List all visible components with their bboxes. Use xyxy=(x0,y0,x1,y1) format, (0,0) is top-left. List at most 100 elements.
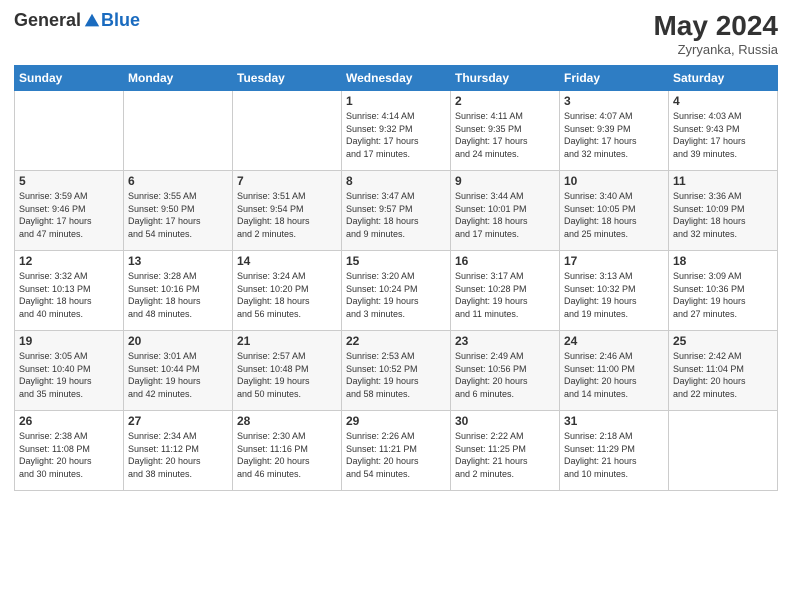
cell-3-3: 22Sunrise: 2:53 AM Sunset: 10:52 PM Dayl… xyxy=(342,331,451,411)
cell-1-3: 8 Sunrise: 3:47 AM Sunset: 9:57 PM Daylig… xyxy=(342,171,451,251)
cell-3-6: 25 Sunrise: 2:42 AM Sunset: 11:04 PM Dayl… xyxy=(669,331,778,411)
cell-4-0: 26 Sunrise: 2:38 AM Sunset: 11:08 PM Dayl… xyxy=(15,411,124,491)
day-number: 19 xyxy=(19,334,119,348)
cell-3-2: 21 Sunrise: 2:57 AM Sunset: 10:48 PM Dayl… xyxy=(233,331,342,411)
cell-info: Sunrise: 3:24 AM Sunset: 10:20 PM Daylig… xyxy=(237,270,337,320)
cell-info: Sunrise: 2:30 AM Sunset: 11:16 PM Daylig… xyxy=(237,430,337,480)
cell-2-6: 18 Sunrise: 3:09 AM Sunset: 10:36 PM Dayl… xyxy=(669,251,778,331)
day-number: 14 xyxy=(237,254,337,268)
cell-info: Sunrise: 4:03 AM Sunset: 9:43 PM Dayligh… xyxy=(673,110,773,160)
cell-1-1: 6 Sunrise: 3:55 AM Sunset: 9:50 PM Daylig… xyxy=(124,171,233,251)
cell-3-1: 20Sunrise: 3:01 AM Sunset: 10:44 PM Dayl… xyxy=(124,331,233,411)
cell-4-6 xyxy=(669,411,778,491)
day-number: 31 xyxy=(564,414,664,428)
cell-0-0 xyxy=(15,91,124,171)
cell-2-4: 16 Sunrise: 3:17 AM Sunset: 10:28 PM Dayl… xyxy=(451,251,560,331)
cell-info: Sunrise: 3:36 AM Sunset: 10:09 PM Daylig… xyxy=(673,190,773,240)
cell-info: Sunrise: 3:47 AM Sunset: 9:57 PM Dayligh… xyxy=(346,190,446,240)
location: Zyryanka, Russia xyxy=(653,42,778,57)
day-number: 30 xyxy=(455,414,555,428)
day-number: 15 xyxy=(346,254,446,268)
cell-2-0: 12 Sunrise: 3:32 AM Sunset: 10:13 PM Dayl… xyxy=(15,251,124,331)
week-row-0: 1 Sunrise: 4:14 AM Sunset: 9:32 PM Daylig… xyxy=(15,91,778,171)
cell-info: Sunrise: 3:17 AM Sunset: 10:28 PM Daylig… xyxy=(455,270,555,320)
cell-info: Sunrise: 2:34 AM Sunset: 11:12 PM Daylig… xyxy=(128,430,228,480)
day-number: 12 xyxy=(19,254,119,268)
cell-2-5: 17Sunrise: 3:13 AM Sunset: 10:32 PM Dayl… xyxy=(560,251,669,331)
calendar-page: General Blue May 2024 Zyryanka, Russia S… xyxy=(0,0,792,612)
day-number: 18 xyxy=(673,254,773,268)
cell-info: Sunrise: 2:49 AM Sunset: 10:56 PM Daylig… xyxy=(455,350,555,400)
cell-4-3: 29Sunrise: 2:26 AM Sunset: 11:21 PM Dayl… xyxy=(342,411,451,491)
cell-0-2 xyxy=(233,91,342,171)
col-header-thursday: Thursday xyxy=(451,66,560,91)
cell-0-1 xyxy=(124,91,233,171)
cell-info: Sunrise: 3:13 AM Sunset: 10:32 PM Daylig… xyxy=(564,270,664,320)
cell-info: Sunrise: 2:57 AM Sunset: 10:48 PM Daylig… xyxy=(237,350,337,400)
header: General Blue May 2024 Zyryanka, Russia xyxy=(14,10,778,57)
day-number: 25 xyxy=(673,334,773,348)
cell-4-2: 28 Sunrise: 2:30 AM Sunset: 11:16 PM Dayl… xyxy=(233,411,342,491)
cell-info: Sunrise: 2:22 AM Sunset: 11:25 PM Daylig… xyxy=(455,430,555,480)
col-header-friday: Friday xyxy=(560,66,669,91)
cell-info: Sunrise: 3:55 AM Sunset: 9:50 PM Dayligh… xyxy=(128,190,228,240)
day-number: 23 xyxy=(455,334,555,348)
cell-info: Sunrise: 3:28 AM Sunset: 10:16 PM Daylig… xyxy=(128,270,228,320)
day-number: 13 xyxy=(128,254,228,268)
cell-3-5: 24Sunrise: 2:46 AM Sunset: 11:00 PM Dayl… xyxy=(560,331,669,411)
day-number: 3 xyxy=(564,94,664,108)
day-number: 24 xyxy=(564,334,664,348)
cell-info: Sunrise: 3:44 AM Sunset: 10:01 PM Daylig… xyxy=(455,190,555,240)
day-number: 26 xyxy=(19,414,119,428)
cell-info: Sunrise: 3:51 AM Sunset: 9:54 PM Dayligh… xyxy=(237,190,337,240)
day-number: 6 xyxy=(128,174,228,188)
day-number: 16 xyxy=(455,254,555,268)
col-header-saturday: Saturday xyxy=(669,66,778,91)
cell-0-6: 4 Sunrise: 4:03 AM Sunset: 9:43 PM Daylig… xyxy=(669,91,778,171)
day-number: 27 xyxy=(128,414,228,428)
cell-info: Sunrise: 3:09 AM Sunset: 10:36 PM Daylig… xyxy=(673,270,773,320)
month-year: May 2024 xyxy=(653,10,778,42)
logo: General Blue xyxy=(14,10,140,31)
col-header-monday: Monday xyxy=(124,66,233,91)
cell-info: Sunrise: 4:11 AM Sunset: 9:35 PM Dayligh… xyxy=(455,110,555,160)
day-number: 1 xyxy=(346,94,446,108)
cell-info: Sunrise: 3:20 AM Sunset: 10:24 PM Daylig… xyxy=(346,270,446,320)
week-row-4: 26 Sunrise: 2:38 AM Sunset: 11:08 PM Dayl… xyxy=(15,411,778,491)
day-number: 2 xyxy=(455,94,555,108)
col-header-tuesday: Tuesday xyxy=(233,66,342,91)
cell-1-4: 9 Sunrise: 3:44 AM Sunset: 10:01 PM Dayli… xyxy=(451,171,560,251)
day-number: 7 xyxy=(237,174,337,188)
day-number: 8 xyxy=(346,174,446,188)
cell-2-1: 13 Sunrise: 3:28 AM Sunset: 10:16 PM Dayl… xyxy=(124,251,233,331)
cell-1-6: 11Sunrise: 3:36 AM Sunset: 10:09 PM Dayl… xyxy=(669,171,778,251)
week-row-3: 19Sunrise: 3:05 AM Sunset: 10:40 PM Dayl… xyxy=(15,331,778,411)
cell-info: Sunrise: 3:32 AM Sunset: 10:13 PM Daylig… xyxy=(19,270,119,320)
cell-info: Sunrise: 2:42 AM Sunset: 11:04 PM Daylig… xyxy=(673,350,773,400)
day-number: 28 xyxy=(237,414,337,428)
cell-3-0: 19Sunrise: 3:05 AM Sunset: 10:40 PM Dayl… xyxy=(15,331,124,411)
logo-blue: Blue xyxy=(101,10,140,31)
cell-1-0: 5Sunrise: 3:59 AM Sunset: 9:46 PM Daylig… xyxy=(15,171,124,251)
cell-2-3: 15 Sunrise: 3:20 AM Sunset: 10:24 PM Dayl… xyxy=(342,251,451,331)
week-row-2: 12 Sunrise: 3:32 AM Sunset: 10:13 PM Dayl… xyxy=(15,251,778,331)
cell-3-4: 23 Sunrise: 2:49 AM Sunset: 10:56 PM Dayl… xyxy=(451,331,560,411)
cell-info: Sunrise: 2:18 AM Sunset: 11:29 PM Daylig… xyxy=(564,430,664,480)
col-header-wednesday: Wednesday xyxy=(342,66,451,91)
cell-4-4: 30 Sunrise: 2:22 AM Sunset: 11:25 PM Dayl… xyxy=(451,411,560,491)
logo-area: General Blue xyxy=(14,10,140,31)
cell-info: Sunrise: 2:38 AM Sunset: 11:08 PM Daylig… xyxy=(19,430,119,480)
week-row-1: 5Sunrise: 3:59 AM Sunset: 9:46 PM Daylig… xyxy=(15,171,778,251)
cell-info: Sunrise: 2:53 AM Sunset: 10:52 PM Daylig… xyxy=(346,350,446,400)
cell-1-5: 10Sunrise: 3:40 AM Sunset: 10:05 PM Dayl… xyxy=(560,171,669,251)
cell-info: Sunrise: 2:26 AM Sunset: 11:21 PM Daylig… xyxy=(346,430,446,480)
cell-2-2: 14 Sunrise: 3:24 AM Sunset: 10:20 PM Dayl… xyxy=(233,251,342,331)
cell-info: Sunrise: 3:40 AM Sunset: 10:05 PM Daylig… xyxy=(564,190,664,240)
cell-info: Sunrise: 4:14 AM Sunset: 9:32 PM Dayligh… xyxy=(346,110,446,160)
cell-0-4: 2 Sunrise: 4:11 AM Sunset: 9:35 PM Daylig… xyxy=(451,91,560,171)
logo-general: General xyxy=(14,10,81,31)
cell-info: Sunrise: 4:07 AM Sunset: 9:39 PM Dayligh… xyxy=(564,110,664,160)
day-number: 21 xyxy=(237,334,337,348)
day-number: 9 xyxy=(455,174,555,188)
day-number: 4 xyxy=(673,94,773,108)
